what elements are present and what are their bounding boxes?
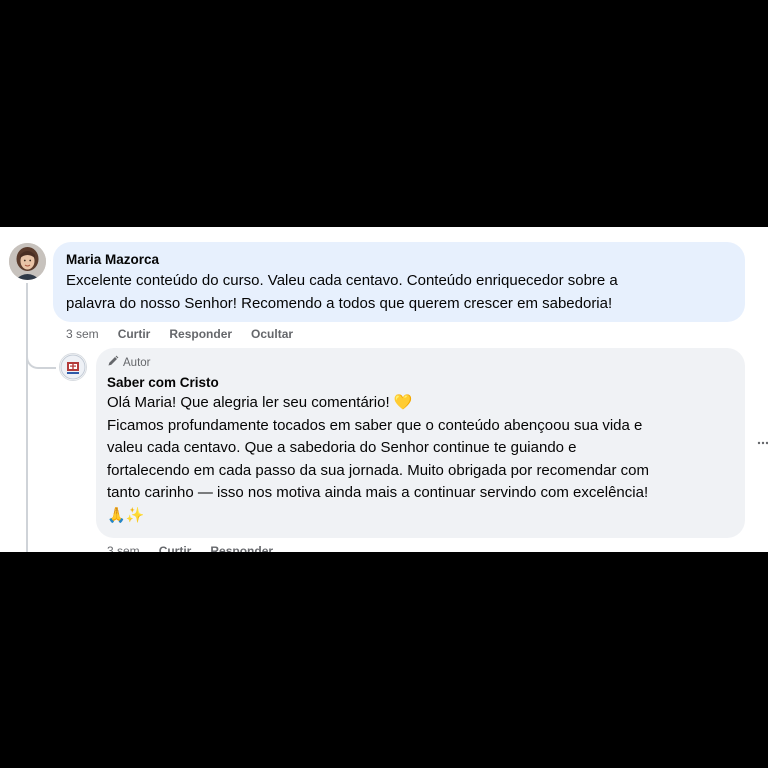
thread-connector <box>26 353 56 369</box>
pen-icon <box>107 355 119 372</box>
hide-button[interactable]: Ocultar <box>251 326 293 342</box>
author-badge: Autor <box>107 355 733 371</box>
reply-button[interactable]: Responder <box>169 326 232 342</box>
like-button[interactable]: Curtir <box>118 326 151 342</box>
reply-actions: 3 sem Curtir Responder <box>107 543 273 552</box>
comment-text: Excelente conteúdo do curso. Valeu cada … <box>66 272 618 312</box>
comment-author[interactable]: Maria Mazorca <box>66 251 731 269</box>
comment-thread: Maria Mazorca Excelente conteúdo do curs… <box>0 227 768 552</box>
reply-bubble: Autor Saber com Cristo Olá Maria! Que al… <box>96 348 745 538</box>
thread-line <box>26 283 28 552</box>
avatar[interactable] <box>59 353 87 381</box>
comment-bubble: Maria Mazorca Excelente conteúdo do curs… <box>53 242 745 322</box>
comment-time[interactable]: 3 sem <box>66 326 99 342</box>
reply-text: Olá Maria! Que alegria ler seu comentári… <box>107 394 649 524</box>
more-options-icon[interactable] <box>757 437 768 449</box>
author-badge-label: Autor <box>123 357 151 369</box>
like-button[interactable]: Curtir <box>159 543 192 552</box>
reply-button[interactable]: Responder <box>210 543 273 552</box>
reply-author[interactable]: Saber com Cristo <box>107 374 733 392</box>
reply-time[interactable]: 3 sem <box>107 543 140 552</box>
avatar[interactable] <box>9 243 46 280</box>
comment-actions: 3 sem Curtir Responder Ocultar <box>66 326 293 342</box>
